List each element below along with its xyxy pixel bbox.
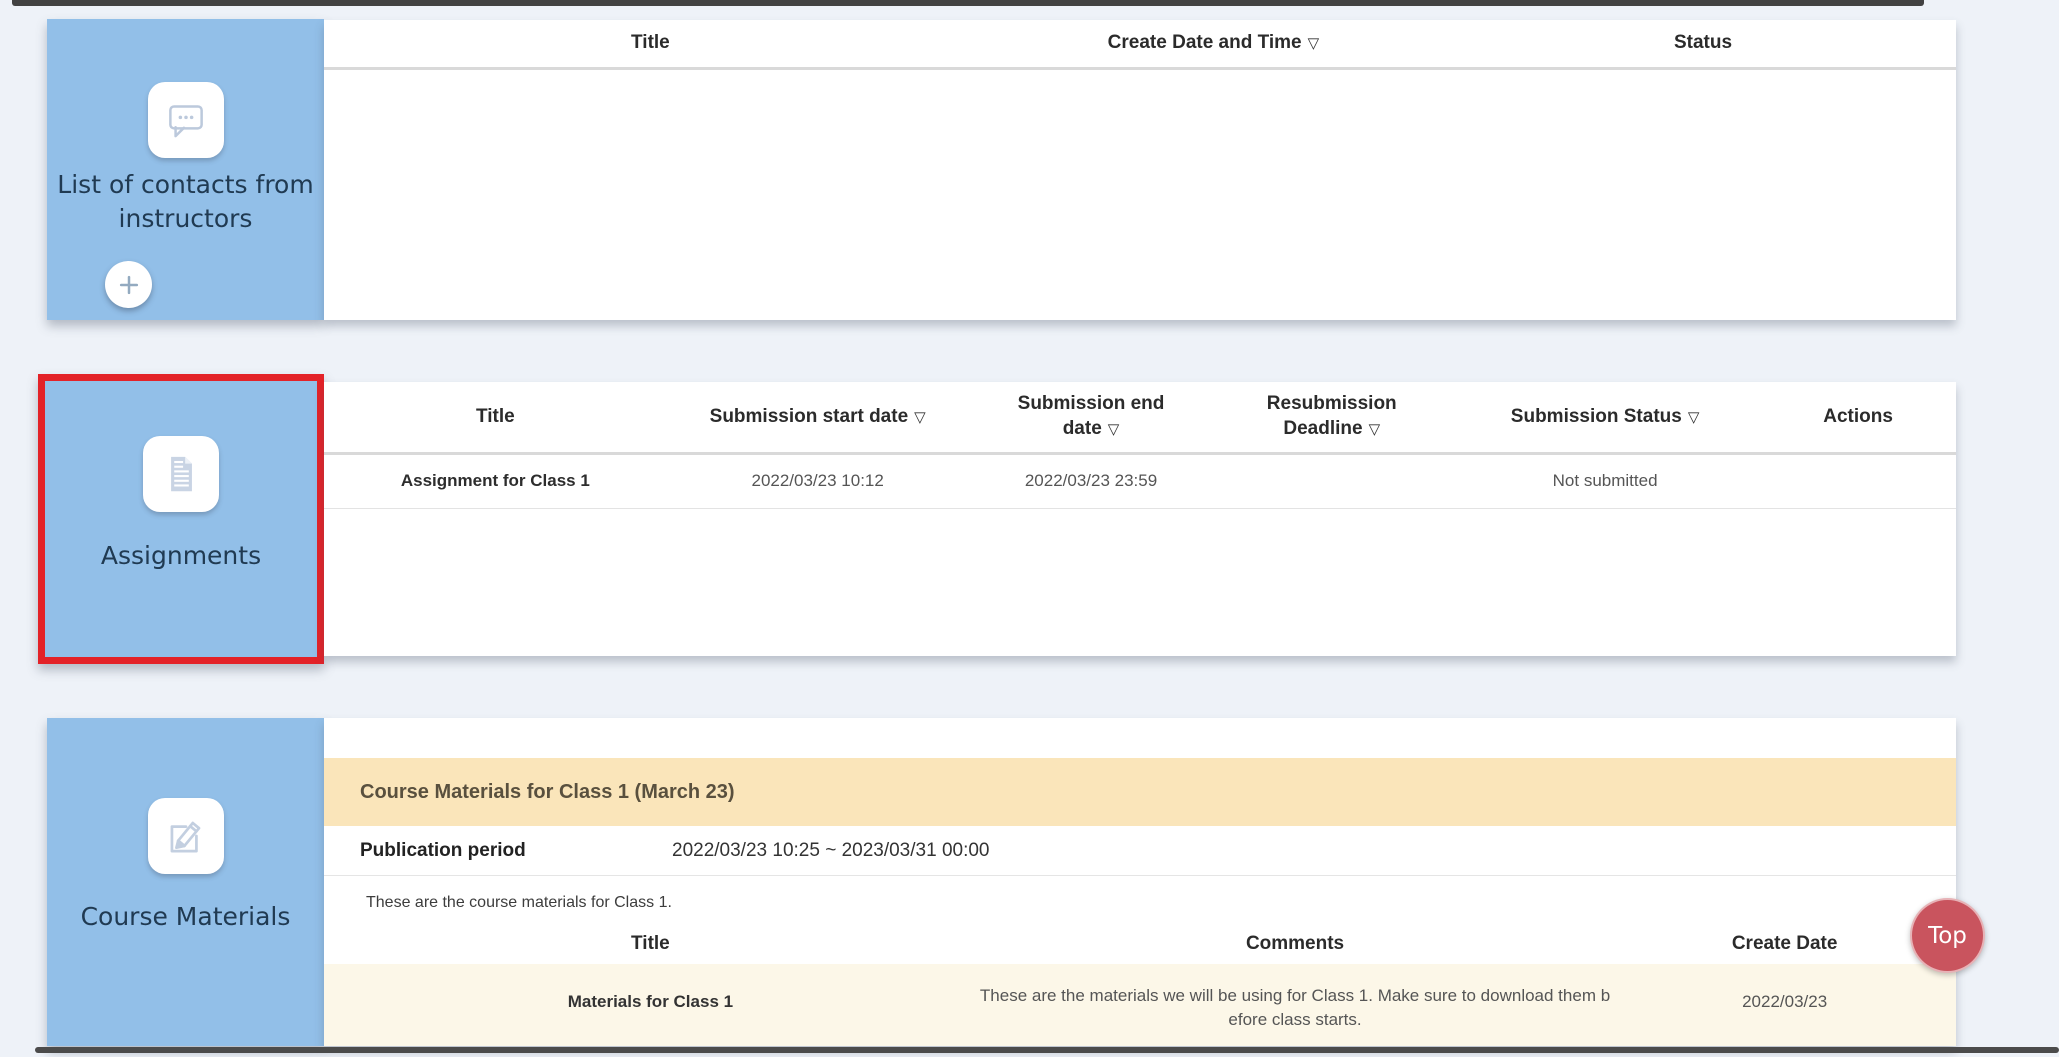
assignment-resubmission-deadline <box>1213 453 1450 508</box>
top-edge-strip <box>12 0 1924 6</box>
plus-icon <box>111 267 147 303</box>
materials-table: Title Comments Create Date Materials for… <box>324 924 1956 1046</box>
contacts-col-status: Status <box>1450 20 1956 68</box>
assignment-actions <box>1760 453 1956 508</box>
assignments-col-title: Title <box>324 382 667 453</box>
materials-header-row: Title Comments Create Date <box>324 924 1956 964</box>
sidebar-tile-contacts-label: List of contacts from instructors <box>47 168 324 236</box>
contacts-col-title: Title <box>324 20 977 68</box>
document-icon <box>143 436 219 512</box>
assignments-col-status[interactable]: Submission Status▽ <box>1450 382 1760 453</box>
bottom-edge-strip <box>35 1047 2059 1053</box>
sort-down-icon[interactable]: ▽ <box>1369 421 1381 438</box>
publication-period-row: Publication period 2022/03/23 10:25 ~ 20… <box>324 826 1956 876</box>
sidebar-tile-course-materials-label: Course Materials <box>47 900 324 934</box>
assignments-col-end[interactable]: Submission end date▽ <box>969 382 1214 453</box>
page: List of contacts from instructors Title … <box>0 0 2059 1057</box>
publication-period-label: Publication period <box>360 826 526 876</box>
sidebar-tile-contacts[interactable]: List of contacts from instructors <box>47 19 324 320</box>
card-spacer <box>324 718 1956 758</box>
materials-col-title: Title <box>324 924 977 964</box>
sidebar-tile-assignments-label: Assignments <box>45 539 317 573</box>
assignment-status: Not submitted <box>1450 453 1760 508</box>
assignment-row[interactable]: Assignment for Class 1 2022/03/23 10:12 … <box>324 453 1956 508</box>
materials-col-create-date: Create Date <box>1613 924 1956 964</box>
material-row[interactable]: Materials for Class 1 These are the mate… <box>324 964 1956 1046</box>
assignments-col-actions: Actions <box>1760 382 1956 453</box>
material-item-title[interactable]: Course Materials for Class 1 (March 23) <box>324 758 1956 826</box>
sort-down-icon[interactable]: ▽ <box>914 409 926 426</box>
contacts-card: Title Create Date and Time▽ Status <box>324 20 1956 320</box>
assignment-title[interactable]: Assignment for Class 1 <box>324 453 667 508</box>
assignments-header-row: Title Submission start date▽ Submission … <box>324 382 1956 453</box>
assignment-end-date: 2022/03/23 23:59 <box>969 453 1214 508</box>
assignments-col-start[interactable]: Submission start date▽ <box>667 382 969 453</box>
assignments-col-resubmission[interactable]: Resubmission Deadline▽ <box>1213 382 1450 453</box>
publication-period-value: 2022/03/23 10:25 ~ 2023/03/31 00:00 <box>672 826 990 876</box>
sidebar-tile-course-materials[interactable]: Course Materials <box>47 718 324 1046</box>
sort-down-icon[interactable]: ▽ <box>1108 421 1120 438</box>
contacts-table: Title Create Date and Time▽ Status <box>324 20 1956 70</box>
material-create-date: 2022/03/23 <box>1613 964 1956 1046</box>
material-title[interactable]: Materials for Class 1 <box>324 964 977 1046</box>
contacts-col-create-date[interactable]: Create Date and Time▽ <box>977 20 1450 68</box>
material-comments: These are the materials we will be using… <box>977 964 1613 1046</box>
sort-down-icon[interactable]: ▽ <box>1688 409 1700 426</box>
assignments-table: Title Submission start date▽ Submission … <box>324 382 1956 509</box>
scroll-to-top-button[interactable]: Top <box>1910 898 1985 973</box>
add-contact-button[interactable] <box>105 261 152 308</box>
sort-down-icon[interactable]: ▽ <box>1308 35 1320 52</box>
contacts-header-row: Title Create Date and Time▽ Status <box>324 20 1956 68</box>
assignment-start-date: 2022/03/23 10:12 <box>667 453 969 508</box>
chat-bubble-icon <box>148 82 224 158</box>
edit-pencil-icon <box>148 798 224 874</box>
assignments-card: Title Submission start date▽ Submission … <box>324 382 1956 656</box>
course-materials-card: Course Materials for Class 1 (March 23) … <box>324 718 1956 1046</box>
materials-col-comments: Comments <box>977 924 1613 964</box>
material-description: These are the course materials for Class… <box>324 876 1956 924</box>
sidebar-tile-assignments[interactable]: Assignments <box>38 374 324 664</box>
